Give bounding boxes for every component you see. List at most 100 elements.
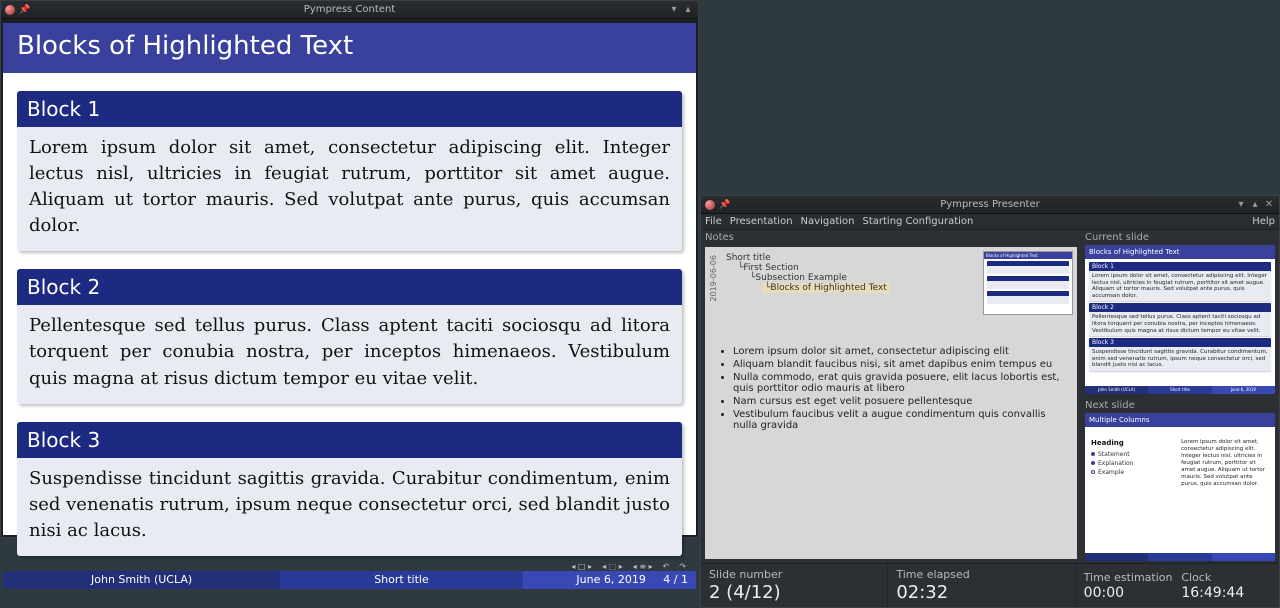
- note-item: Nam cursus est eget velit posuere pellen…: [733, 396, 1065, 407]
- block-3: Block 3 Suspendisse tincidunt sagittis g…: [17, 422, 682, 556]
- presenter-window-title: Pympress Presenter: [701, 199, 1279, 210]
- thumb-block-title: Block 1: [1089, 262, 1271, 271]
- blocks-area: Block 1 Lorem ipsum dolor sit amet, cons…: [3, 73, 696, 562]
- notes-outline: Short title └First Section └Subsection E…: [722, 253, 890, 304]
- next-slide-left-column: Heading Statement Explanation Example: [1091, 439, 1171, 542]
- block-title: Block 1: [17, 91, 682, 127]
- presenter-status-bar: Slide number 2 (4/12) Time elapsed 02:32…: [701, 563, 1279, 607]
- maximize-icon[interactable]: ▴: [1249, 199, 1261, 210]
- status-clock: Clock 16:49:44: [1181, 571, 1271, 601]
- thumb-block-title: Block 2: [1089, 303, 1271, 312]
- thumb-footer: John Smith (UCLA) Short title June 6, 20…: [1085, 386, 1275, 394]
- content-titlebar[interactable]: Pympress Content ▾ ▴: [1, 1, 698, 19]
- bullet-open-icon: [1091, 470, 1095, 474]
- time-elapsed-value: 02:32: [896, 582, 1066, 603]
- status-slide-number[interactable]: Slide number 2 (4/12): [701, 564, 888, 607]
- notes-mini-slide[interactable]: Blocks of Highlighted Text: [983, 251, 1073, 315]
- outline-subsection[interactable]: └Subsection Example: [750, 273, 890, 283]
- next-slide-body: Lorem ipsum dolor sit amet, consectetur …: [1181, 439, 1269, 542]
- footer-date-page: June 6, 2019 4 / 1: [523, 571, 696, 589]
- current-slide-label: Current slide: [1085, 232, 1275, 243]
- thumb-block-body: Pellentesque sed tellus purus. Class apt…: [1089, 312, 1271, 336]
- note-item: Vestibulum faucibus velit a augue condim…: [733, 409, 1065, 431]
- thumb-block-title: Block 3: [1089, 338, 1271, 347]
- beamer-nav-icons[interactable]: ◂ □ ▸ ◂ ⬚ ▸ ◂ ≡ ▸ ↶ ↷: [3, 562, 696, 571]
- next-item: Explanation: [1091, 460, 1171, 467]
- pin-icon[interactable]: [19, 4, 30, 15]
- side-column: Current slide Blocks of Highlighted Text…: [1081, 230, 1279, 563]
- nav-prev-slide-icon[interactable]: ◂ ≡ ▸: [633, 562, 653, 571]
- thumb-block-body: Lorem ipsum dolor sit amet, consectetur …: [1089, 271, 1271, 301]
- thumb-title: Blocks of Highlighted Text: [1085, 245, 1275, 259]
- block-title: Block 3: [17, 422, 682, 458]
- nav-prev-subsection-icon[interactable]: ◂ ⬚ ▸: [602, 562, 623, 571]
- menu-navigation[interactable]: Navigation: [801, 216, 855, 227]
- status-time-estimation[interactable]: Time estimation 00:00: [1084, 571, 1174, 601]
- time-estimation-value: 00:00: [1084, 585, 1174, 601]
- note-item: Nulla commodo, erat quis gravida posuere…: [733, 372, 1065, 394]
- block-2: Block 2 Pellentesque sed tellus purus. C…: [17, 269, 682, 403]
- content-window-title: Pympress Content: [1, 4, 698, 15]
- thumb-footer: [1085, 553, 1275, 561]
- time-estimation-label: Time estimation: [1084, 571, 1174, 584]
- maximize-icon[interactable]: ▴: [682, 4, 694, 15]
- app-icon: [705, 200, 715, 210]
- bullet-icon: [1091, 461, 1095, 465]
- nav-prev-section-icon[interactable]: ◂ □ ▸: [571, 562, 592, 571]
- minimize-icon[interactable]: ▾: [668, 4, 680, 15]
- notes-panel[interactable]: 2019-06-06 Short title └First Section └S…: [705, 247, 1077, 559]
- slide-number-label: Slide number: [709, 568, 879, 581]
- time-elapsed-label: Time elapsed: [896, 568, 1066, 581]
- note-item: Aliquam blandit faucibus nisi, sit amet …: [733, 359, 1065, 370]
- presenter-window: Pympress Presenter ▾ ▴ ✕ File Presentati…: [700, 195, 1280, 608]
- menu-file[interactable]: File: [705, 216, 722, 227]
- menu-help[interactable]: Help: [1252, 216, 1275, 227]
- close-icon[interactable]: ✕: [1263, 199, 1275, 210]
- next-item: Example: [1091, 469, 1171, 476]
- app-icon: [5, 5, 15, 15]
- menu-presentation[interactable]: Presentation: [730, 216, 793, 227]
- outline-section[interactable]: └First Section: [738, 263, 890, 273]
- slide-number-value: 2 (4/12): [709, 582, 879, 603]
- slide-footer: John Smith (UCLA) Short title June 6, 20…: [3, 571, 696, 589]
- note-item: Lorem ipsum dolor sit amet, consectetur …: [733, 346, 1065, 357]
- notes-column: Notes 2019-06-06 Short title └First Sect…: [701, 230, 1081, 563]
- slide-area[interactable]: Blocks of Highlighted Text Block 1 Lorem…: [3, 23, 696, 535]
- minimize-icon[interactable]: ▾: [1235, 199, 1247, 210]
- status-time-elapsed[interactable]: Time elapsed 02:32: [888, 564, 1075, 607]
- notes-label: Notes: [705, 232, 1077, 243]
- next-slide-thumb[interactable]: Multiple Columns Heading Statement Expla…: [1085, 413, 1275, 562]
- block-body: Pellentesque sed tellus purus. Class apt…: [17, 305, 682, 403]
- nav-forward-icon[interactable]: ↷: [679, 562, 686, 571]
- block-body: Lorem ipsum dolor sit amet, consectetur …: [17, 127, 682, 251]
- outline-title[interactable]: Short title: [726, 253, 890, 263]
- next-slide-label: Next slide: [1085, 400, 1275, 411]
- footer-page: 4 / 1: [663, 573, 688, 586]
- status-right-group: Time estimation 00:00 Clock 16:49:44: [1076, 564, 1279, 607]
- mini-slide-title: Blocks of Highlighted Text: [984, 252, 1072, 259]
- bullet-icon: [1091, 452, 1095, 456]
- thumb-block-body: Suspendisse tincidunt sagittis gravida. …: [1089, 347, 1271, 371]
- next-item: Statement: [1091, 451, 1171, 458]
- pin-icon[interactable]: [719, 199, 730, 210]
- clock-value: 16:49:44: [1181, 585, 1271, 601]
- outline-current[interactable]: └Blocks of Highlighted Text: [762, 283, 890, 293]
- current-slide-thumb[interactable]: Blocks of Highlighted Text Block 1Lorem …: [1085, 245, 1275, 394]
- block-body: Suspendisse tincidunt sagittis gravida. …: [17, 458, 682, 556]
- notes-list: Lorem ipsum dolor sit amet, consectetur …: [709, 340, 1073, 441]
- nav-back-icon[interactable]: ↶: [663, 562, 670, 571]
- block-title: Block 2: [17, 269, 682, 305]
- presenter-menubar: File Presentation Navigation Starting Co…: [701, 214, 1279, 230]
- clock-label: Clock: [1181, 571, 1271, 584]
- content-window: Pympress Content ▾ ▴ Blocks of Highlight…: [0, 0, 699, 538]
- block-1: Block 1 Lorem ipsum dolor sit amet, cons…: [17, 91, 682, 251]
- footer-title: Short title: [280, 571, 523, 589]
- footer-date: June 6, 2019: [576, 573, 645, 586]
- next-thumb-title: Multiple Columns: [1085, 413, 1275, 427]
- presenter-body: Notes 2019-06-06 Short title └First Sect…: [701, 230, 1279, 563]
- presenter-titlebar[interactable]: Pympress Presenter ▾ ▴ ✕: [701, 196, 1279, 214]
- footer-author: John Smith (UCLA): [3, 571, 280, 589]
- menu-starting-configuration[interactable]: Starting Configuration: [862, 216, 973, 227]
- next-heading: Heading: [1091, 439, 1171, 447]
- notes-date: 2019-06-06: [709, 253, 718, 304]
